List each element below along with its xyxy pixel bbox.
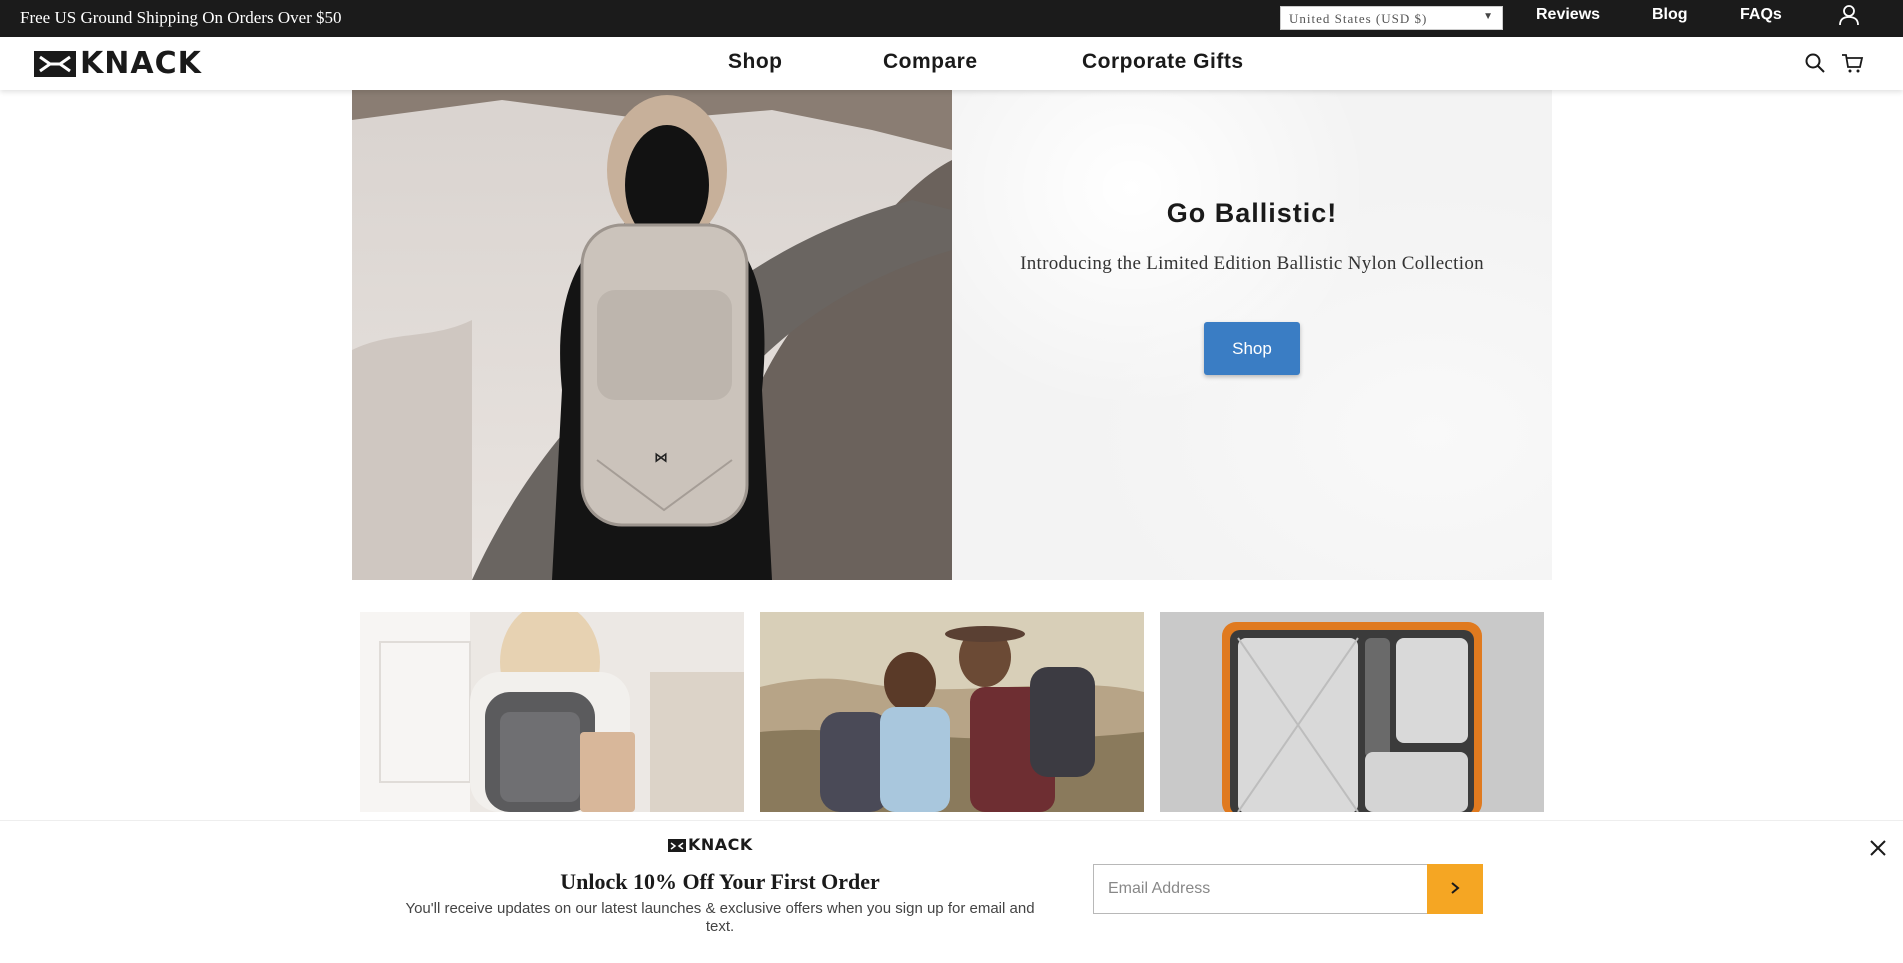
shipping-promo: Free US Ground Shipping On Orders Over $…: [20, 8, 342, 27]
collection-tile[interactable]: [760, 612, 1144, 812]
chevron-down-icon: ▼: [1483, 11, 1494, 22]
nav-shop[interactable]: Shop: [728, 50, 783, 74]
signup-description: You'll receive updates on our latest lau…: [405, 900, 1035, 935]
nav-corporate-gifts[interactable]: Corporate Gifts: [1082, 50, 1244, 74]
signup-title: Unlock 10% Off Your First Order: [560, 869, 880, 894]
knack-logo-mark: [668, 838, 686, 852]
email-signup-bar: KNACK Unlock 10% Off Your First Order Yo…: [0, 820, 1903, 963]
hero-panel: Go Ballistic! Introducing the Limited Ed…: [952, 90, 1552, 580]
email-input[interactable]: [1093, 864, 1428, 914]
cart-icon[interactable]: [1840, 51, 1864, 75]
user-icon[interactable]: [1838, 3, 1860, 27]
reviews-link[interactable]: Reviews: [1536, 6, 1600, 24]
knack-logo[interactable]: KNACK: [34, 49, 202, 79]
signup-logo: KNACK: [668, 835, 753, 854]
knack-logo-mark: [34, 51, 76, 77]
blog-link[interactable]: Blog: [1652, 6, 1688, 24]
close-icon: [1868, 839, 1888, 861]
signup-logo-text: KNACK: [688, 835, 753, 854]
knack-logo-text: KNACK: [80, 46, 202, 81]
announcement-bar: Free US Ground Shipping On Orders Over $…: [0, 0, 1903, 37]
search-icon[interactable]: [1803, 51, 1827, 75]
chevron-right-icon: [1449, 881, 1461, 898]
collection-tile[interactable]: [360, 612, 744, 812]
svg-text:⋈: ⋈: [654, 450, 668, 466]
hero-title: Go Ballistic!: [1166, 198, 1338, 228]
hero-image: ⋈: [352, 90, 952, 580]
hero-subtitle: Introducing the Limited Edition Ballisti…: [1020, 253, 1484, 274]
site-header: KNACK Shop Compare Corporate Gifts: [0, 37, 1903, 90]
collection-tile[interactable]: [1160, 612, 1544, 812]
signup-close-button[interactable]: [1866, 837, 1890, 861]
country-select-value: United States (USD $): [1289, 11, 1428, 26]
faqs-link[interactable]: FAQs: [1740, 6, 1782, 24]
email-submit-button[interactable]: [1427, 864, 1483, 914]
nav-compare[interactable]: Compare: [883, 50, 978, 74]
country-select[interactable]: United States (USD $) ▼: [1280, 6, 1503, 30]
hero-shop-button[interactable]: Shop: [1204, 322, 1300, 375]
